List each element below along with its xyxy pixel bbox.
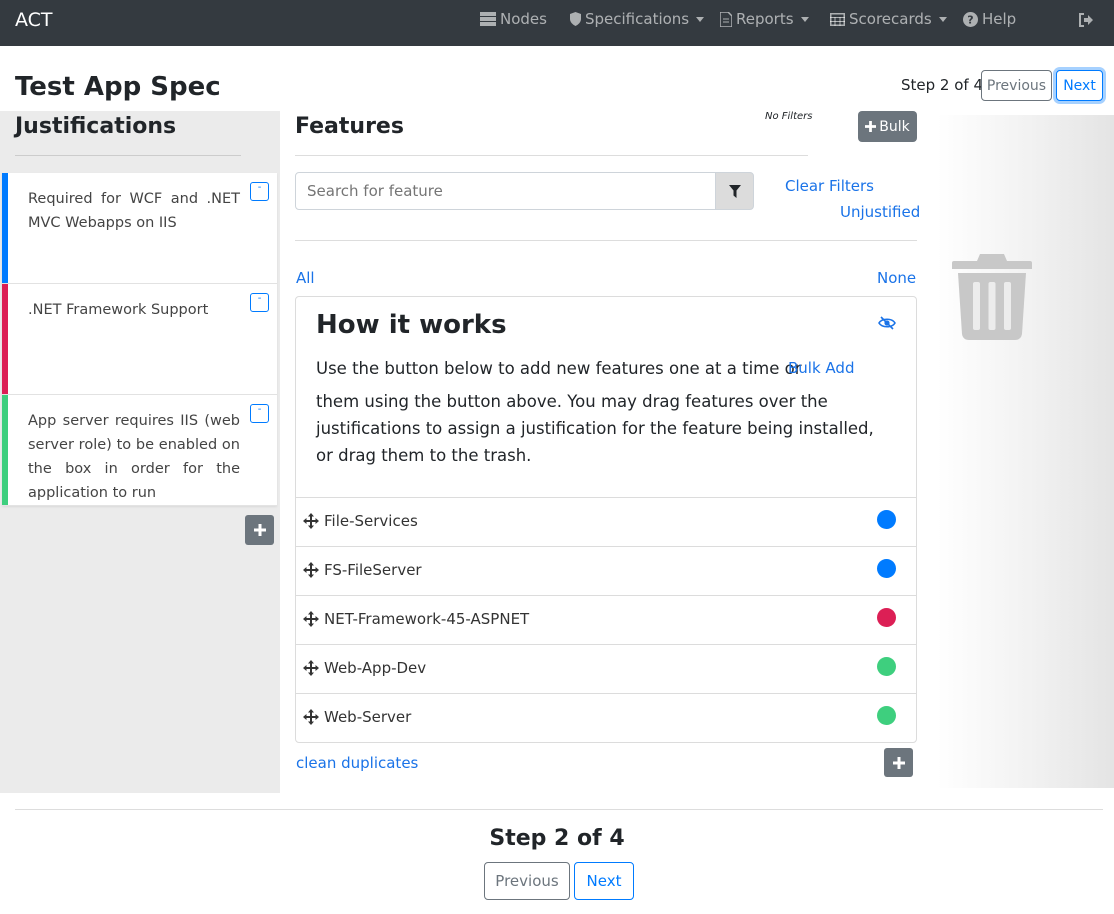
collapse-button[interactable]: - <box>250 404 269 423</box>
brand-logo[interactable]: ACT <box>15 9 53 31</box>
feature-name: Web-App-Dev <box>324 659 427 677</box>
feature-row[interactable]: NET-Framework-45-ASPNET <box>296 595 916 644</box>
justification-color-bar <box>2 284 8 394</box>
move-icon[interactable] <box>303 513 319 529</box>
move-icon[interactable] <box>303 709 319 725</box>
previous-button-bottom[interactable]: Previous <box>484 862 570 900</box>
nav-scorecards-label: Scorecards <box>849 10 932 28</box>
trash-icon <box>952 254 1032 340</box>
plus-icon <box>892 756 905 769</box>
nav-nodes-label: Nodes <box>500 10 547 28</box>
filter-button[interactable] <box>715 172 754 210</box>
features-title: Features <box>295 114 404 139</box>
feature-name: Web-Server <box>324 708 412 726</box>
nav-specifications[interactable]: Specifications <box>570 10 705 28</box>
move-icon[interactable] <box>303 611 319 627</box>
divider <box>15 809 1103 810</box>
bulk-add-link[interactable]: Bulk Add <box>788 359 854 377</box>
file-icon <box>720 11 732 27</box>
justification-dot <box>877 559 896 578</box>
feature-name: File-Services <box>324 512 418 530</box>
feature-row[interactable]: File-Services <box>296 497 916 546</box>
how-it-works-text: Use the button below to add new features… <box>316 359 802 378</box>
nav-help[interactable]: ? Help <box>963 10 1016 28</box>
bulk-button[interactable]: Bulk <box>858 111 917 142</box>
server-icon <box>480 12 496 26</box>
justification-dot <box>877 608 896 627</box>
divider <box>295 240 917 241</box>
sign-out-icon[interactable] <box>1078 12 1094 28</box>
how-it-works-title: How it works <box>316 310 507 340</box>
justification-color-bar <box>2 173 8 283</box>
justification-dot <box>877 657 896 676</box>
feature-name: NET-Framework-45-ASPNET <box>324 610 530 628</box>
next-button-bottom[interactable]: Next <box>574 862 634 900</box>
next-button-top[interactable]: Next <box>1056 70 1103 101</box>
trash-drop-zone[interactable] <box>937 115 1114 788</box>
eye-slash-icon[interactable] <box>878 315 896 331</box>
justification-text: App server requires IIS (web server role… <box>28 413 240 501</box>
justification-text: .NET Framework Support <box>28 302 209 318</box>
feature-row[interactable]: FS-FileServer <box>296 546 916 595</box>
nav-nodes[interactable]: Nodes <box>480 10 547 28</box>
add-feature-button[interactable] <box>884 748 913 777</box>
shield-icon <box>570 12 581 26</box>
nav-reports-label: Reports <box>736 10 794 28</box>
move-icon[interactable] <box>303 562 319 578</box>
divider <box>15 155 241 156</box>
caret-down-icon <box>938 16 947 22</box>
nav-specifications-label: Specifications <box>585 10 690 28</box>
unjustified-link[interactable]: Unjustified <box>840 203 920 221</box>
plus-icon <box>253 524 266 536</box>
step-indicator-bottom: Step 2 of 4 <box>489 826 625 851</box>
page-title: Test App Spec <box>15 72 221 102</box>
bulk-button-label: Bulk <box>879 118 910 135</box>
collapse-button[interactable]: - <box>250 182 269 201</box>
svg-text:?: ? <box>967 13 973 26</box>
feature-row[interactable]: Web-Server <box>296 693 916 742</box>
filter-status: No Filters <box>765 111 813 122</box>
step-indicator-top: Step 2 of 4 <box>901 76 984 94</box>
divider <box>295 155 808 156</box>
justification-card[interactable]: .NET Framework Support - <box>2 284 277 395</box>
previous-button-top[interactable]: Previous <box>981 70 1052 101</box>
feature-search-input[interactable] <box>295 172 716 210</box>
filter-icon <box>728 184 741 198</box>
clean-duplicates-link[interactable]: clean duplicates <box>296 754 418 772</box>
select-all-link[interactable]: All <box>296 269 315 287</box>
justification-dot <box>877 706 896 725</box>
how-it-works-text-continued: them using the button above. You may dra… <box>316 392 874 465</box>
justification-card[interactable]: App server requires IIS (web server role… <box>2 395 277 506</box>
caret-down-icon <box>696 16 705 22</box>
nav-scorecards[interactable]: Scorecards <box>830 10 947 28</box>
caret-down-icon <box>800 16 809 22</box>
nav-help-label: Help <box>982 10 1017 28</box>
feature-row[interactable]: Web-App-Dev <box>296 644 916 693</box>
nav-reports[interactable]: Reports <box>720 10 809 28</box>
justification-text: Required for WCF and .NET MVC Webapps on… <box>28 191 240 231</box>
add-justification-button[interactable] <box>245 515 274 545</box>
select-none-link[interactable]: None <box>877 269 916 287</box>
justification-color-bar <box>2 395 8 505</box>
justifications-title: Justifications <box>15 114 177 139</box>
top-navbar: ACT Nodes Specifications Reports Scoreca… <box>0 0 1114 46</box>
justification-card[interactable]: Required for WCF and .NET MVC Webapps on… <box>2 173 277 284</box>
plus-icon <box>865 121 877 132</box>
question-circle-icon: ? <box>963 11 978 27</box>
table-icon <box>830 12 845 26</box>
justification-dot <box>877 510 896 529</box>
clear-filters-link[interactable]: Clear Filters <box>785 177 874 195</box>
collapse-button[interactable]: - <box>250 293 269 312</box>
feature-name: FS-FileServer <box>324 561 422 579</box>
move-icon[interactable] <box>303 660 319 676</box>
